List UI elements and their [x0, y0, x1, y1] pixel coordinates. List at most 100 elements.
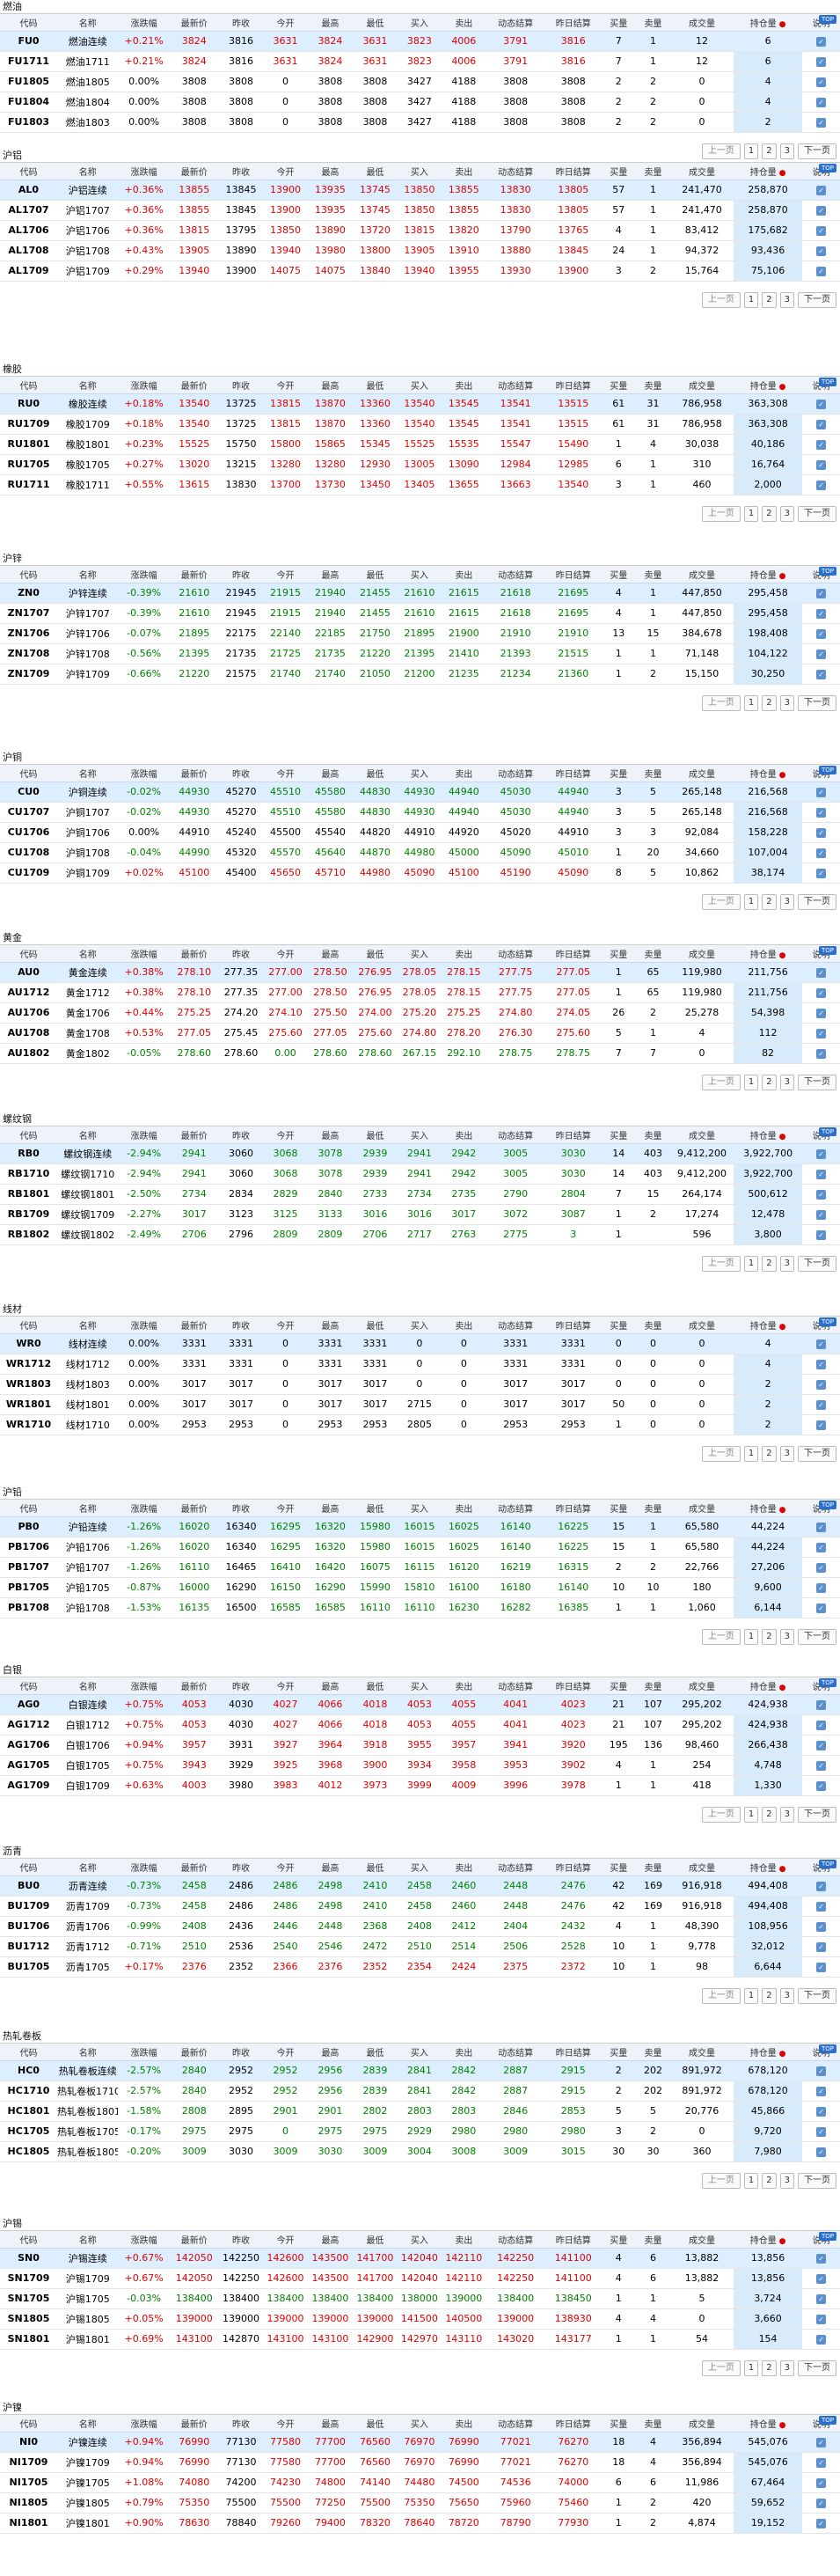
checkbox-icon[interactable]: ✓ — [816, 1523, 827, 1532]
detail-checkbox-icon[interactable]: ✓ — [802, 643, 840, 664]
table-row[interactable]: AU1712 黄金1712 +0.38% 278.10 277.35 277.00 278.… — [0, 982, 840, 1003]
detail-checkbox-icon[interactable]: ✓ — [802, 2248, 840, 2269]
column-header-prev-settle[interactable]: 昨日结算 — [544, 1127, 602, 1144]
prev-page-button[interactable]: 上一页 — [701, 1988, 741, 2004]
cell-code[interactable]: RU1709 — [0, 414, 57, 435]
column-header-high[interactable]: 最高 — [307, 163, 354, 180]
column-header-bid[interactable]: 买入 — [397, 1859, 442, 1876]
cell-name[interactable]: 沪镍1805 — [57, 2492, 119, 2514]
detail-checkbox-icon[interactable]: ✓ — [802, 664, 840, 685]
column-header-bid-vol[interactable]: 买量 — [601, 2415, 636, 2433]
column-header-high[interactable]: 最高 — [307, 1500, 354, 1517]
column-header-prev-settle[interactable]: 昨日结算 — [544, 1677, 602, 1695]
cell-code[interactable]: AU1706 — [0, 1002, 57, 1024]
cell-name[interactable]: 线材1712 — [57, 1354, 119, 1375]
table-row[interactable]: BU0 沥青连续 -0.73% 2458 2486 2486 2498 2410 2458 246… — [0, 1875, 840, 1897]
column-header-high[interactable]: 最高 — [307, 765, 354, 782]
cell-code[interactable]: AL1706 — [0, 220, 57, 241]
checkbox-icon[interactable]: ✓ — [816, 1149, 827, 1159]
column-header-open-interest[interactable]: 持仓量 ● — [733, 1677, 803, 1695]
cell-code[interactable]: AG1705 — [0, 1755, 57, 1776]
back-to-top-button[interactable]: TOP — [818, 1678, 836, 1687]
cell-name[interactable]: 燃油1804 — [57, 92, 119, 113]
column-header-low[interactable]: 最低 — [353, 1859, 398, 1876]
cell-code[interactable]: HC1705 — [0, 2121, 57, 2142]
column-header-open-interest[interactable]: 持仓量 ● — [733, 2415, 803, 2433]
table-row[interactable]: FU1804 燃油1804 0.00% 3808 3808 0 3808 3808 3427 41… — [0, 92, 840, 113]
cell-code[interactable]: RB0 — [0, 1143, 57, 1164]
detail-checkbox-icon[interactable]: ✓ — [802, 2101, 840, 2122]
cell-code[interactable]: ZN0 — [0, 583, 57, 604]
cell-code[interactable]: ZN1709 — [0, 664, 57, 685]
table-row[interactable]: ZN0 沪锌连续 -0.39% 21610 21945 21915 21940 21455 21… — [0, 583, 840, 604]
column-header-open-interest[interactable]: 持仓量 ● — [733, 1127, 803, 1144]
column-header-prev-settle[interactable]: 昨日结算 — [544, 945, 602, 963]
column-header-open-interest[interactable]: 持仓量 ● — [733, 14, 803, 32]
checkbox-icon[interactable]: ✓ — [816, 1882, 827, 1891]
cell-name[interactable]: 沥青1706 — [57, 1916, 119, 1937]
table-row[interactable]: BU1712 沥青1712 -0.71% 2510 2536 2540 2546 2472 25… — [0, 1936, 840, 1957]
detail-checkbox-icon[interactable]: ✓ — [802, 1043, 840, 1064]
detail-checkbox-icon[interactable]: ✓ — [802, 2288, 840, 2309]
cell-name[interactable]: 橡胶连续 — [57, 393, 119, 415]
table-row[interactable]: AL1707 沪铝1707 +0.36% 13855 13845 13900 13935 13… — [0, 200, 840, 221]
checkbox-icon[interactable]: ✓ — [816, 848, 827, 858]
column-header-open[interactable]: 今开 — [263, 1677, 308, 1695]
cell-code[interactable]: AU1802 — [0, 1043, 57, 1064]
page-1-button[interactable]: 1 — [743, 506, 759, 522]
cell-name[interactable]: 螺纹钢1710 — [57, 1163, 119, 1185]
checkbox-icon[interactable]: ✓ — [816, 186, 827, 195]
column-header-chg[interactable]: 涨跌幅 — [118, 377, 170, 394]
column-header-high[interactable]: 最高 — [307, 2044, 354, 2061]
checkbox-icon[interactable]: ✓ — [816, 828, 827, 838]
cell-code[interactable]: FU1803 — [0, 112, 57, 133]
column-header-prev-settle[interactable]: 昨日结算 — [544, 2415, 602, 2433]
cell-code[interactable]: SN1705 — [0, 2288, 57, 2309]
cell-name[interactable]: 沪锌1707 — [57, 603, 119, 624]
detail-checkbox-icon[interactable]: ✓ — [802, 2492, 840, 2514]
checkbox-icon[interactable]: ✓ — [816, 629, 827, 639]
cell-code[interactable]: SN1709 — [0, 2268, 57, 2289]
cell-code[interactable]: SN1805 — [0, 2308, 57, 2330]
next-page-button[interactable]: 下一页 — [798, 506, 836, 522]
cell-name[interactable]: 黄金连续 — [57, 962, 119, 983]
checkbox-icon[interactable]: ✓ — [816, 1781, 827, 1791]
detail-checkbox-icon[interactable]: ✓ — [802, 2308, 840, 2330]
column-header-volume[interactable]: 成交量 — [670, 2231, 734, 2249]
back-to-top-button[interactable]: TOP — [818, 1317, 836, 1326]
checkbox-icon[interactable]: ✓ — [816, 400, 827, 409]
next-page-button[interactable]: 下一页 — [798, 1075, 836, 1090]
cell-code[interactable]: HC1710 — [0, 2081, 57, 2102]
page-1-button[interactable]: 1 — [743, 2360, 759, 2376]
checkbox-icon[interactable]: ✓ — [816, 589, 827, 598]
cell-code[interactable]: WR1712 — [0, 1354, 57, 1375]
checkbox-icon[interactable]: ✓ — [816, 1902, 827, 1912]
cell-code[interactable]: WR1801 — [0, 1394, 57, 1415]
column-header-bid[interactable]: 买入 — [397, 1677, 442, 1695]
page-3-button[interactable]: 3 — [779, 292, 794, 308]
column-header-chg[interactable]: 涨跌幅 — [118, 1317, 170, 1334]
checkbox-icon[interactable]: ✓ — [816, 1360, 827, 1369]
detail-checkbox-icon[interactable]: ✓ — [802, 1414, 840, 1435]
column-header-low[interactable]: 最低 — [353, 1127, 398, 1144]
column-header-ask[interactable]: 卖出 — [442, 1500, 486, 1517]
cell-code[interactable]: AL1709 — [0, 261, 57, 282]
cell-code[interactable]: BU1712 — [0, 1936, 57, 1957]
cell-name[interactable]: 沪铅1708 — [57, 1597, 119, 1618]
column-header-bid-vol[interactable]: 买量 — [601, 377, 636, 394]
column-header-settle[interactable]: 动态结算 — [486, 1500, 545, 1517]
cell-code[interactable]: PB1707 — [0, 1557, 57, 1578]
table-row[interactable]: AL0 沪铝连续 +0.36% 13855 13845 13900 13935 13745 13… — [0, 180, 840, 201]
detail-checkbox-icon[interactable]: ✓ — [802, 603, 840, 624]
cell-name[interactable]: 沪锌1706 — [57, 623, 119, 644]
column-header-last[interactable]: 最新价 — [169, 1500, 219, 1517]
checkbox-icon[interactable]: ✓ — [816, 1009, 827, 1018]
detail-checkbox-icon[interactable]: ✓ — [802, 822, 840, 843]
detail-checkbox-icon[interactable]: ✓ — [802, 1775, 840, 1796]
column-header-bid-vol[interactable]: 买量 — [601, 2044, 636, 2061]
checkbox-icon[interactable]: ✓ — [816, 1563, 827, 1573]
prev-page-button[interactable]: 上一页 — [701, 1629, 741, 1645]
checkbox-icon[interactable]: ✓ — [816, 118, 827, 128]
page-1-button[interactable]: 1 — [743, 2173, 759, 2189]
table-row[interactable]: PB1707 沪铅1707 -1.26% 16110 16465 16410 16420 16… — [0, 1557, 840, 1578]
